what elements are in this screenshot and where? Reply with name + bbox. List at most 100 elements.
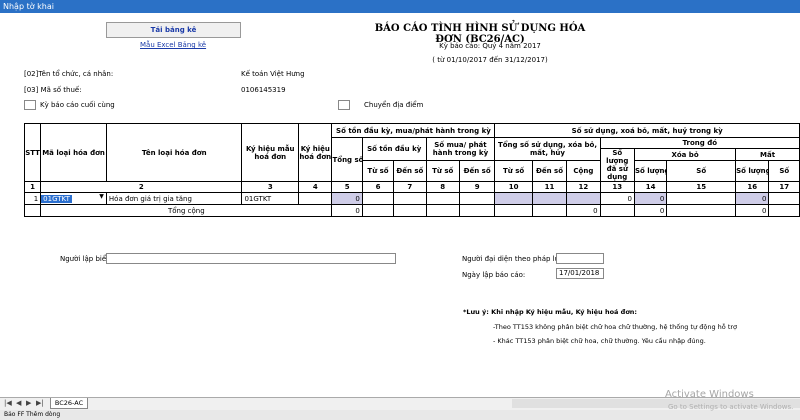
header-so-luong: Số lượng [633,160,668,182]
next-sheet-icon[interactable]: ▶ [26,399,31,407]
org-value: Kế toán Việt Hưng [241,70,305,78]
cell-ten-loai[interactable]: Hóa đơn giá trị gia tăng [105,192,243,205]
cell-computed [531,192,568,205]
header-ma-loai: Mã loại hóa đơn [40,123,107,182]
activate-watermark: Activate Windows [665,389,754,400]
col-number: 7 [393,181,427,193]
last-period-checkbox[interactable] [24,100,36,110]
col-number: 1 [23,181,42,193]
last-period-label: Kỳ báo cáo cuối cùng [40,101,115,109]
header-so: Số [666,160,737,182]
notes-title: *Lưu ý: Khi nhập Ký hiệu mẫu, Ký hiệu ho… [463,308,638,316]
col-number: 10 [494,181,533,193]
excel-template-link[interactable]: Mẫu Excel Bảng kê [140,41,206,49]
cell-computed [566,192,601,205]
cell-tong-so: 0 [331,192,363,205]
col-number: 6 [361,181,395,193]
header-ky-hieu-hd: Ký hiệu hoá đơn [298,123,333,182]
ma-loai-dropdown[interactable]: 01GTKT ▼ [40,192,107,205]
col-number: 4 [298,181,333,193]
ngay-lap-label: Ngày lập báo cáo: [462,271,526,279]
sheet-tab[interactable]: BC26-AC [50,398,88,409]
cell-input[interactable] [768,192,800,205]
header-cong: Cộng [566,160,601,182]
header-tong-so: Tổng số [331,137,363,182]
load-list-button[interactable]: Tải bảng kê [106,22,241,38]
report-period: Kỳ báo cáo: Quý 4 năm 2017 [439,42,541,50]
first-sheet-icon[interactable]: |◀ [4,399,12,407]
header-tu-so: Từ số [361,160,395,182]
header-so-luong-da-su-dung: Số lượng đã sử dụng [599,148,635,182]
cell-input[interactable] [666,192,737,205]
cell-ky-hieu-mau[interactable]: 01GTKT [241,192,300,205]
org-label: [02]Tên tổ chức, cá nhân: [24,70,114,78]
header-xoa-bo: Xóa bỏ [633,147,737,162]
last-sheet-icon[interactable]: ▶| [36,399,44,407]
header-ten-loai: Tên loại hóa đơn [105,123,243,182]
total-label: Tổng cộng [40,204,333,217]
col-number: 11 [531,181,568,193]
window-title: Nhập tờ khai [0,0,800,13]
dai-dien-label: Người đại diện theo pháp luật : [462,255,571,263]
header-tu-so: Từ số [494,160,533,182]
cell-input[interactable] [425,192,460,205]
total-row: Tổng cộng 0 0 0 0 [23,204,800,217]
nguoi-lap-input[interactable] [106,253,396,264]
relocation-label: Chuyển địa điểm [364,101,424,109]
header-tu-so: Từ số [425,160,460,182]
cell-input[interactable] [361,192,395,205]
status-bar: Bảo FF Thêm dòng [0,410,800,420]
tax-value: 0106145319 [241,86,286,94]
col-number: 5 [331,181,363,193]
total-cong: 0 [566,204,601,217]
header-so: Số [768,160,800,182]
header-so-luong: Số lượng [735,160,770,182]
cell-input[interactable] [393,192,427,205]
total-xoa-bo: 0 [633,204,668,217]
col-number: 12 [566,181,601,193]
total-mat: 0 [735,204,770,217]
ngay-lap-input[interactable]: 17/01/2018 [556,268,604,279]
cell-mat-so-luong: 0 [735,192,770,205]
header-den-so: Đến số [531,160,568,182]
col-number: 2 [40,181,243,193]
col-number: 15 [666,181,737,193]
col-number: 17 [768,181,800,193]
table-row: 1 01GTKT ▼ Hóa đơn giá trị gia tăng 01GT… [23,192,800,205]
header-tong-su-dung: Tổng số sử dụng, xóa bỏ, mất, hủy [494,136,601,162]
header-ton-dau-ky: Số tồn đầu kỳ [361,136,427,162]
header-su-dung-group: Số sử dụng, xoá bỏ, mất, huỷ trong kỳ [494,123,800,138]
cell-computed [494,192,533,205]
chevron-down-icon: ▼ [99,193,104,201]
col-number: 14 [633,181,668,193]
header-mua-phat-hanh: Số mua/ phát hành trong kỳ [425,136,496,162]
total-tong-so: 0 [331,204,363,217]
tax-label: [03] Mã số thuế: [24,86,82,94]
cell-stt: 1 [23,192,42,205]
header-mat: Mất [735,147,800,162]
col-number: 16 [735,181,770,193]
activate-watermark-sub: Go to Settings to activate Windows. [668,403,794,411]
prev-sheet-icon[interactable]: ◀ [16,399,21,407]
relocation-checkbox[interactable] [338,100,350,110]
cell-da-su-dung[interactable]: 0 [599,192,635,205]
header-den-so: Đến số [393,160,427,182]
ma-loai-value: 01GTKT [41,194,72,203]
col-number: 3 [241,181,300,193]
col-number: 9 [458,181,496,193]
col-number: 8 [425,181,460,193]
cell-input[interactable] [458,192,496,205]
header-ton-dau-ky-group: Số tồn đầu kỳ, mua/phát hành trong kỳ [331,123,496,138]
header-den-so: Đến số [458,160,496,182]
report-table: STT Mã loại hóa đơn Tên loại hóa đơn Ký … [23,123,800,217]
notes-line2: - Khác TT153 phân biệt chữ hoa, chữ thườ… [493,337,706,345]
header-ky-hieu-mau: Ký hiệu mẫu hoá đơn [241,123,300,182]
header-stt: STT [23,123,42,182]
col-number: 13 [599,181,635,193]
notes-line1: -Theo TT153 không phân biệt chữ hoa chữ … [493,323,738,331]
header-trong-do: Trong đó [599,137,800,149]
cell-xoa-bo-so-luong: 0 [633,192,668,205]
dai-dien-input[interactable] [556,253,604,264]
report-range: ( từ 01/10/2017 đến 31/12/2017) [432,56,548,64]
cell-ky-hieu-hd[interactable] [298,192,333,205]
